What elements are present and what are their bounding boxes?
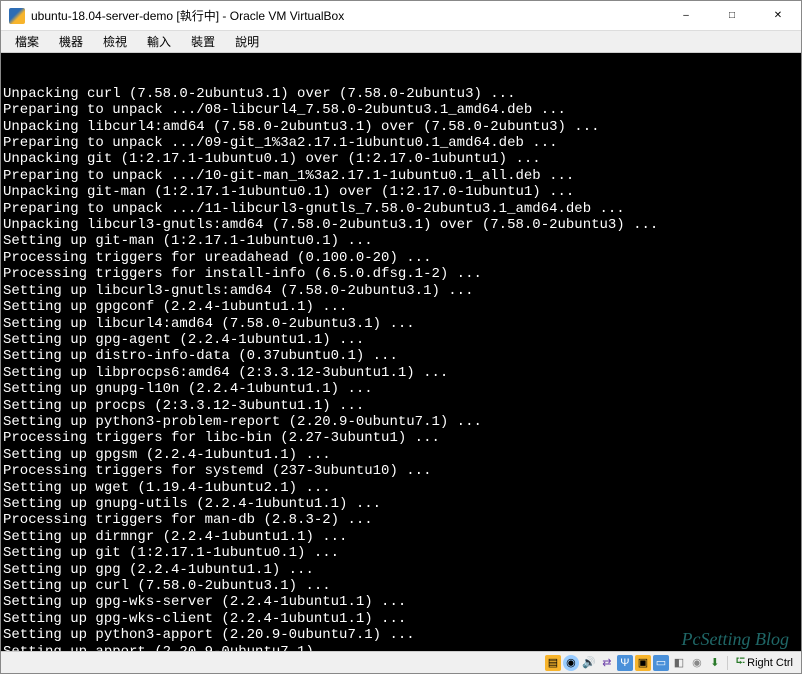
virtualbox-icon (9, 8, 25, 24)
menu-file[interactable]: 檔案 (5, 31, 49, 52)
menu-devices[interactable]: 裝置 (181, 31, 225, 52)
window-title: ubuntu-18.04-server-demo [執行中] - Oracle … (31, 7, 663, 24)
host-key-indicator[interactable]: ⮓ Right Ctrl (732, 652, 797, 673)
clipboard-icon[interactable]: ◧ (671, 655, 687, 671)
mouse-integration-icon[interactable]: ⬇ (707, 655, 723, 671)
menu-bar: 檔案 機器 檢視 輸入 裝置 說明 (1, 31, 801, 53)
shared-folder-icon[interactable]: ▣ (635, 655, 651, 671)
hard-disk-icon[interactable]: ▤ (545, 655, 561, 671)
menu-view[interactable]: 檢視 (93, 31, 137, 52)
status-bar: ▤ ◉ 🔊 ⇄ Ψ ▣ ▭ ◧ ◉ ⬇ ⮓ Right Ctrl (1, 651, 801, 673)
usb-icon[interactable]: Ψ (617, 655, 633, 671)
minimize-button[interactable]: – (663, 1, 709, 31)
menu-help[interactable]: 說明 (225, 31, 269, 52)
display-icon[interactable]: ▭ (653, 655, 669, 671)
network-icon[interactable]: ⇄ (599, 655, 615, 671)
menu-machine[interactable]: 機器 (49, 31, 93, 52)
host-key-label: Right Ctrl (747, 657, 793, 669)
optical-disk-icon[interactable]: ◉ (563, 655, 579, 671)
terminal-output[interactable]: Unpacking curl (7.58.0-2ubuntu3.1) over … (1, 53, 801, 651)
window-titlebar: ubuntu-18.04-server-demo [執行中] - Oracle … (1, 1, 801, 31)
audio-icon[interactable]: 🔊 (581, 655, 597, 671)
close-button[interactable]: ✕ (755, 1, 801, 31)
recording-icon[interactable]: ◉ (689, 655, 705, 671)
host-key-arrow-icon: ⮓ (736, 652, 745, 673)
separator (727, 656, 728, 670)
menu-input[interactable]: 輸入 (137, 31, 181, 52)
maximize-button[interactable]: □ (709, 1, 755, 31)
